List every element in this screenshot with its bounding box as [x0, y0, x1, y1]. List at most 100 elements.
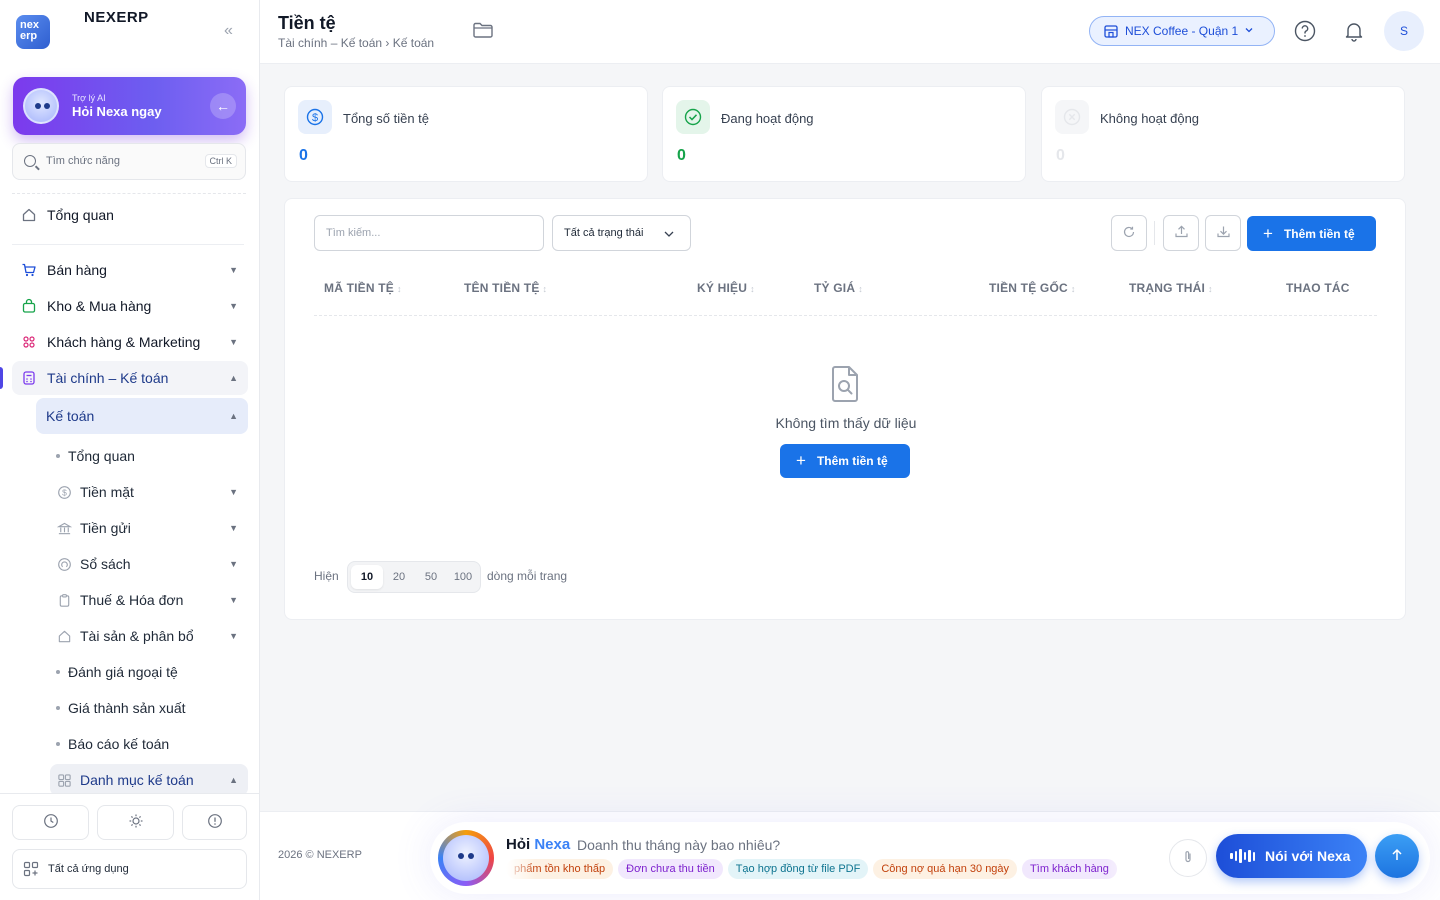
logo: nex erp — [16, 15, 50, 49]
history-button[interactable] — [12, 805, 89, 840]
svg-text:$: $ — [62, 487, 67, 497]
col-header-name[interactable]: TÊN TIỀN TỆ ↕ — [464, 281, 547, 295]
app-name: NEXERP — [84, 9, 149, 26]
folder-icon[interactable] — [472, 20, 494, 43]
arrow-left-icon[interactable]: ← — [210, 93, 236, 119]
divider — [12, 244, 244, 245]
nav-customers[interactable]: Khách hàng & Marketing ▼ — [12, 325, 248, 359]
nav-inventory[interactable]: Kho & Mua hàng ▼ — [12, 289, 248, 323]
talk-to-nexa-button[interactable]: Nói với Nexa — [1216, 834, 1367, 878]
bell-icon[interactable] — [1342, 19, 1366, 43]
send-button[interactable] — [1375, 834, 1419, 878]
page-size-option[interactable]: 50 — [415, 565, 447, 589]
subnav-catalog[interactable]: Danh mục kế toán ▲ — [50, 764, 248, 796]
status-filter-select[interactable]: Tất cả trạng thái — [552, 215, 691, 251]
clock-icon — [43, 813, 59, 832]
col-header-code[interactable]: MÃ TIỀN TỆ ↕ — [324, 281, 402, 295]
book-icon — [55, 555, 73, 573]
subnav-fx[interactable]: Đánh giá ngoại tệ — [50, 656, 248, 688]
function-search-input[interactable]: Tìm chức năng Ctrl K — [12, 143, 246, 180]
subnav-overview[interactable]: Tổng quan — [50, 440, 248, 472]
col-header-symbol[interactable]: KÝ HIỆU ↕ — [697, 281, 755, 295]
nav-finance[interactable]: Tài chính – Kế toán ▲ — [12, 361, 248, 395]
suggestion-chip[interactable]: Tạo hợp đồng từ file PDF — [727, 859, 869, 879]
search-input[interactable] — [314, 215, 544, 251]
col-header-status[interactable]: TRẠNG THÁI ↕ — [1129, 281, 1213, 295]
branch-selector[interactable]: NEX Coffee - Quận 1 — [1089, 16, 1275, 46]
suggestion-chip[interactable]: Đơn chưa thu tiền — [618, 859, 723, 879]
all-apps-button[interactable]: Tất cả ứng dụng — [12, 849, 247, 889]
report-issue-button[interactable] — [182, 805, 247, 840]
arrow-up-icon — [1389, 847, 1405, 866]
nexa-chat-bar: Hỏi Nexa Doanh thu tháng này bao nhiêu? … — [430, 822, 1430, 894]
grid-icon — [55, 771, 73, 789]
theme-button[interactable] — [97, 805, 174, 840]
caret-down-icon: ▼ — [229, 559, 238, 569]
home-icon — [20, 206, 38, 224]
subnav-cash[interactable]: $ Tiền mặt ▼ — [50, 476, 248, 508]
page-size-option[interactable]: 100 — [447, 565, 479, 589]
caret-up-icon: ▲ — [229, 775, 238, 785]
page-size-option[interactable]: 20 — [383, 565, 415, 589]
nav-accounting[interactable]: Kế toán ▲ — [36, 398, 248, 434]
subnav-cost[interactable]: Giá thành sản xuất — [50, 692, 248, 724]
attach-button[interactable] — [1169, 839, 1207, 877]
calculator-icon — [20, 369, 38, 387]
refresh-button[interactable] — [1111, 215, 1147, 251]
subnav-assets[interactable]: Tài sản & phân bổ ▼ — [50, 620, 248, 652]
import-button[interactable] — [1163, 215, 1199, 251]
all-apps-label: Tất cả ứng dụng — [48, 863, 129, 875]
bank-icon — [55, 519, 73, 537]
clipboard-icon — [55, 591, 73, 609]
suggestion-chip[interactable]: Công nợ quá hạn 30 ngày — [873, 859, 1018, 879]
subnav-deposit[interactable]: Tiền gửi ▼ — [50, 512, 248, 544]
dollar-circle-icon: $ — [55, 483, 73, 501]
alert-icon — [207, 813, 223, 832]
empty-state-text: Không tìm thấy dữ liệu — [775, 415, 917, 431]
suggestion-chip[interactable]: phẩm tồn kho thấp — [506, 859, 614, 879]
nexa-robot-icon[interactable] — [438, 830, 494, 886]
nav-sales[interactable]: Bán hàng ▼ — [12, 253, 248, 287]
x-circle-icon — [1055, 100, 1089, 134]
branch-label: NEX Coffee - Quận 1 — [1125, 24, 1239, 38]
sort-icon: ↕ — [750, 284, 755, 294]
subnav-tax[interactable]: Thuế & Hóa đơn ▼ — [50, 584, 248, 616]
copyright: 2026 © NEXERP — [278, 849, 362, 861]
suggestion-chip[interactable]: Tìm khách hàng — [1022, 859, 1117, 879]
page-size-option[interactable]: 10 — [351, 565, 383, 589]
pagination-prefix: Hiện — [314, 569, 339, 583]
user-avatar[interactable]: S — [1384, 11, 1424, 51]
collapse-sidebar-icon[interactable]: « — [224, 22, 233, 40]
ai-card-label: Trợ lý AI — [72, 93, 106, 103]
export-button[interactable] — [1205, 215, 1241, 251]
subnav-deposit-label: Tiền gửi — [80, 520, 131, 536]
subnav-reports[interactable]: Báo cáo kế toán — [50, 728, 248, 760]
caret-down-icon: ▼ — [229, 631, 238, 641]
subnav-catalog-label: Danh mục kế toán — [80, 772, 194, 788]
sidebar-footer: Tất cả ứng dụng — [0, 793, 259, 900]
nexa-question-input[interactable]: Doanh thu tháng này bao nhiêu? — [577, 837, 780, 853]
stat-inactive-label: Không hoạt động — [1100, 111, 1200, 126]
help-icon[interactable] — [1293, 19, 1317, 43]
stat-card-inactive: Không hoạt động 0 — [1041, 86, 1405, 182]
caret-down-icon: ▼ — [229, 265, 238, 275]
ai-card-title: Hỏi Nexa ngay — [72, 104, 162, 119]
nav-inventory-label: Kho & Mua hàng — [47, 298, 152, 314]
brand[interactable]: nex erp — [16, 15, 50, 49]
logo-text-bottom: erp — [20, 30, 38, 42]
add-currency-button[interactable]: + Thêm tiền tệ — [1247, 216, 1376, 251]
add-currency-label: Thêm tiền tệ — [1283, 226, 1355, 241]
subnav-books[interactable]: Sổ sách ▼ — [50, 548, 248, 580]
empty-add-currency-button[interactable]: + Thêm tiền tệ — [780, 444, 910, 478]
dollar-icon: $ — [298, 100, 332, 134]
bullet — [56, 454, 60, 458]
ai-assistant-card[interactable]: Trợ lý AI Hỏi Nexa ngay ← — [13, 77, 246, 135]
subnav-cash-label: Tiền mặt — [80, 484, 134, 500]
nav-customers-label: Khách hàng & Marketing — [47, 334, 201, 350]
toolbar-divider — [1154, 221, 1155, 245]
nav-overview[interactable]: Tổng quan — [12, 198, 248, 232]
col-header-rate[interactable]: TỶ GIÁ ↕ — [814, 281, 863, 295]
shortcut-badge: Ctrl K — [204, 154, 237, 168]
col-header-base[interactable]: TIỀN TỆ GỐC ↕ — [989, 281, 1076, 295]
currency-table-panel: Tất cả trạng thái + Thêm tiền tệ MÃ TIỀN… — [284, 198, 1406, 620]
